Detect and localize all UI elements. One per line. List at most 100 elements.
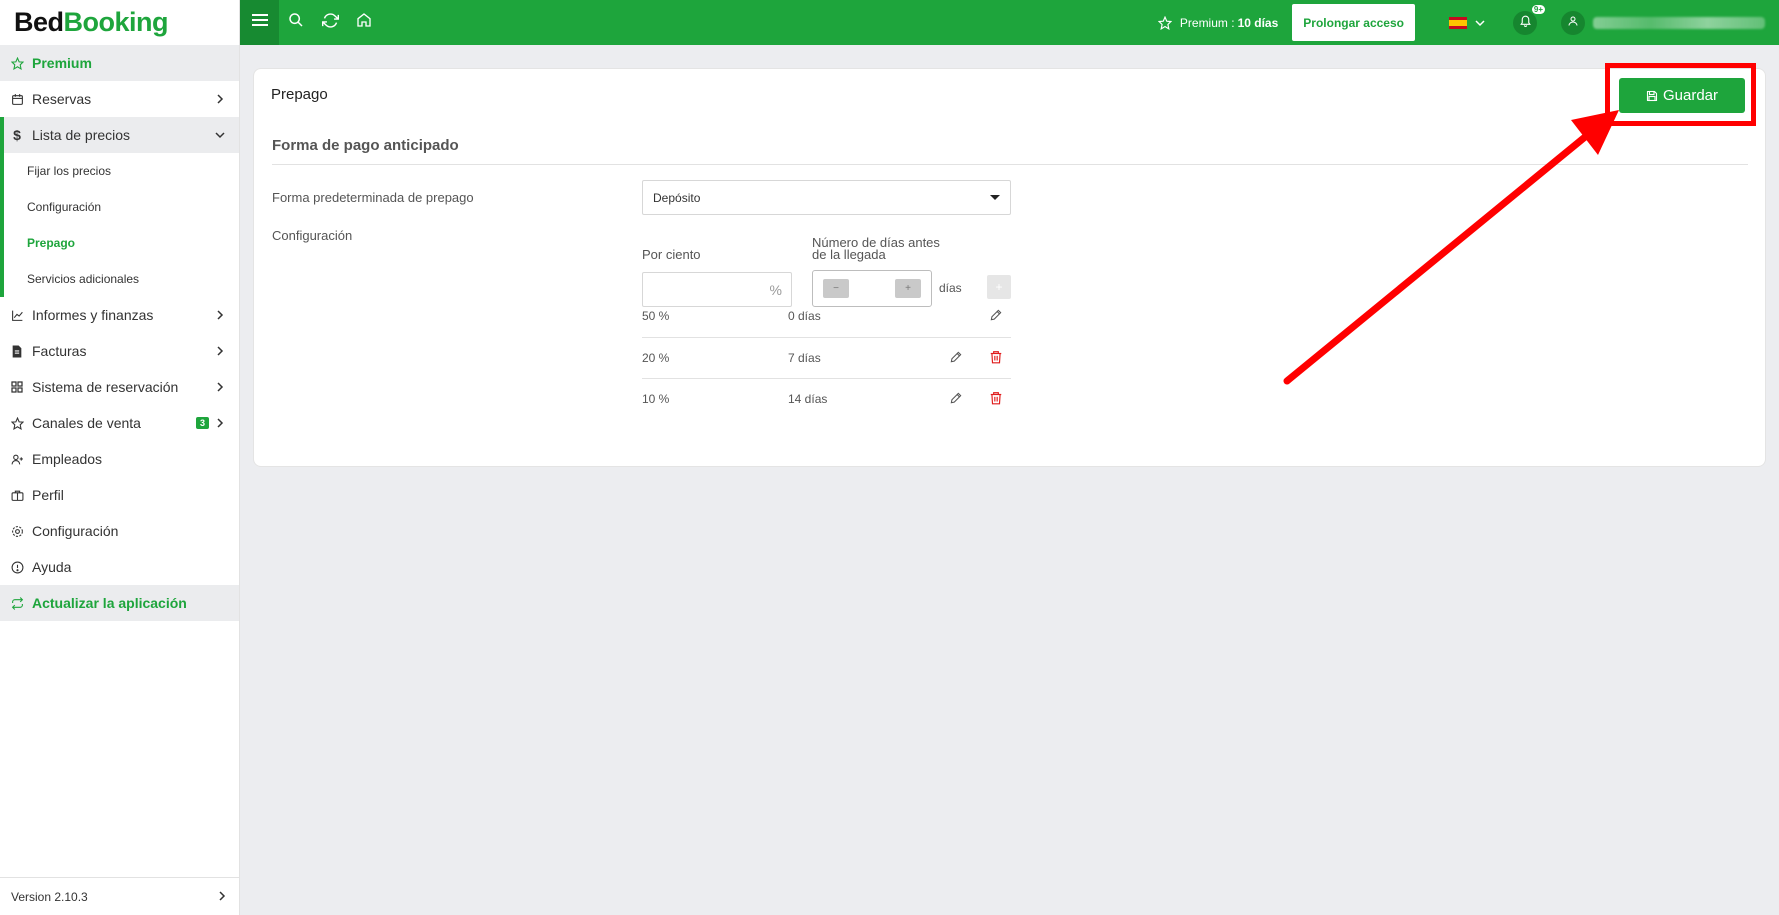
topbar: Premium : 10 días Prolongar acceso 9+ — [240, 0, 1779, 45]
bell-icon — [1519, 14, 1532, 32]
refresh-button[interactable] — [313, 0, 347, 45]
sidebar-item-label: Ayuda — [32, 559, 72, 575]
logo[interactable]: Bed Booking — [0, 0, 239, 45]
version-label: Version 2.10.3 — [11, 889, 88, 904]
sidebar-item-configuracion[interactable]: Configuración — [0, 513, 239, 549]
star-icon — [10, 416, 24, 430]
section-title: Forma de pago anticipado — [272, 137, 459, 154]
info-icon — [10, 560, 24, 574]
chevron-right-icon — [215, 310, 225, 320]
search-button[interactable] — [279, 0, 313, 45]
chevron-right-icon — [215, 382, 225, 392]
language-selector[interactable] — [1449, 14, 1485, 32]
star-icon — [1157, 15, 1172, 30]
sidebar-item-label: Actualizar la aplicación — [32, 595, 187, 611]
invoice-icon — [10, 344, 24, 358]
chevron-right-icon — [218, 890, 226, 904]
trash-icon[interactable] — [989, 391, 1003, 408]
spain-flag-icon — [1449, 16, 1467, 29]
sidebar-subitem-prepago[interactable]: Prepago — [4, 225, 239, 261]
sidebar-item-informes[interactable]: Informes y finanzas — [0, 297, 239, 333]
sidebar-item-canales-venta[interactable]: Canales de venta 3 — [0, 405, 239, 441]
sidebar-item-label: Lista de precios — [32, 127, 131, 143]
prepago-card: Prepago Guardar Forma de pago anticipado… — [253, 68, 1766, 467]
select-value: Depósito — [653, 190, 701, 205]
sidebar-item-empleados[interactable]: Empleados — [0, 441, 239, 477]
user-avatar[interactable] — [1561, 10, 1585, 35]
prolongar-acceso-button[interactable]: Prolongar acceso — [1292, 4, 1415, 41]
default-prepay-select[interactable]: Depósito — [642, 180, 1011, 215]
calendar-icon — [10, 92, 24, 106]
chevron-right-icon — [215, 346, 225, 356]
refresh-icon — [321, 12, 339, 34]
user-plus-icon — [10, 452, 24, 466]
days-column-label-line2: de la llegada — [812, 247, 886, 262]
sidebar-item-label: Configuración — [32, 523, 119, 539]
trash-icon[interactable] — [989, 350, 1003, 367]
chevron-down-icon — [1475, 14, 1485, 32]
config-label: Configuración — [272, 228, 353, 243]
grid-icon — [10, 380, 24, 394]
row-days: 7 días — [788, 351, 821, 365]
days-unit-label: días — [939, 281, 962, 295]
sidebar-item-label: Reservas — [32, 91, 92, 107]
premium-days: 10 días — [1237, 15, 1279, 30]
briefcase-icon — [10, 488, 24, 502]
star-icon — [10, 56, 24, 70]
sidebar-subitem-configuracion[interactable]: Configuración — [4, 189, 239, 225]
sidebar-subitem-servicios-adicionales[interactable]: Servicios adicionales — [4, 261, 239, 297]
row-percent: 10 % — [642, 392, 670, 406]
home-button[interactable] — [347, 0, 381, 45]
row-percent: 20 % — [642, 351, 670, 365]
sync-icon — [10, 596, 24, 610]
dollar-icon: $ — [13, 127, 21, 143]
pencil-icon[interactable] — [949, 350, 963, 367]
sidebar-item-label: Canales de venta — [32, 415, 141, 431]
hamburger-icon — [251, 13, 268, 32]
user-icon — [1567, 14, 1579, 32]
percent-column-label: Por ciento — [642, 247, 701, 262]
sidebar-item-ayuda[interactable]: Ayuda — [0, 549, 239, 585]
premium-label: Premium : — [1179, 15, 1235, 30]
search-icon — [288, 12, 304, 33]
section-divider — [272, 164, 1748, 165]
notifications-button[interactable]: 9+ — [1513, 4, 1545, 35]
sidebar-item-label: Informes y finanzas — [32, 307, 154, 323]
annotation-highlight-box — [1605, 63, 1756, 126]
sidebar-item-actualizar[interactable]: Actualizar la aplicación — [0, 585, 239, 621]
table-row: 20 % 7 días — [642, 337, 1011, 378]
logo-booking: Booking — [63, 7, 169, 37]
page-title: Prepago — [271, 86, 328, 103]
sidebar-item-sistema-reservacion[interactable]: Sistema de reservación — [0, 369, 239, 405]
sidebar-item-label: Facturas — [32, 343, 87, 359]
chevron-right-icon — [215, 418, 225, 428]
sidebar-item-perfil[interactable]: Perfil — [0, 477, 239, 513]
days-column-label: Número de días antes de la llegada — [812, 236, 940, 262]
count-badge: 3 — [196, 417, 209, 429]
sidebar-item-premium[interactable]: Premium — [0, 45, 239, 81]
row-percent: 50 % — [642, 309, 670, 323]
pencil-icon[interactable] — [989, 308, 1003, 325]
gear-icon — [10, 524, 24, 538]
menu-toggle-button[interactable] — [240, 0, 279, 45]
chart-line-icon — [10, 308, 24, 322]
table-row: 50 % 0 días — [642, 296, 1011, 337]
sidebar: Bed Booking Premium Reservas $ Lista de p… — [0, 0, 240, 915]
caret-down-icon — [990, 195, 1000, 200]
sidebar-item-lista-de-precios[interactable]: $ Lista de precios — [0, 117, 239, 153]
sidebar-item-facturas[interactable]: Facturas — [0, 333, 239, 369]
row-days: 14 días — [788, 392, 828, 406]
user-name-blurred[interactable] — [1593, 16, 1765, 29]
sidebar-item-label: Perfil — [32, 487, 64, 503]
sidebar-subitem-fijar-precios[interactable]: Fijar los precios — [4, 153, 239, 189]
premium-status[interactable]: Premium : 10 días — [1157, 15, 1279, 30]
sidebar-item-label: Premium — [32, 55, 92, 71]
sidebar-item-reservas[interactable]: Reservas — [0, 81, 239, 117]
sidebar-item-label: Empleados — [32, 451, 103, 467]
chevron-down-icon — [215, 130, 225, 140]
version-footer[interactable]: Version 2.10.3 — [0, 877, 240, 915]
pencil-icon[interactable] — [949, 391, 963, 408]
row-days: 0 días — [788, 309, 821, 323]
chevron-right-icon — [215, 94, 225, 104]
default-prepay-label: Forma predeterminada de prepago — [272, 190, 474, 205]
